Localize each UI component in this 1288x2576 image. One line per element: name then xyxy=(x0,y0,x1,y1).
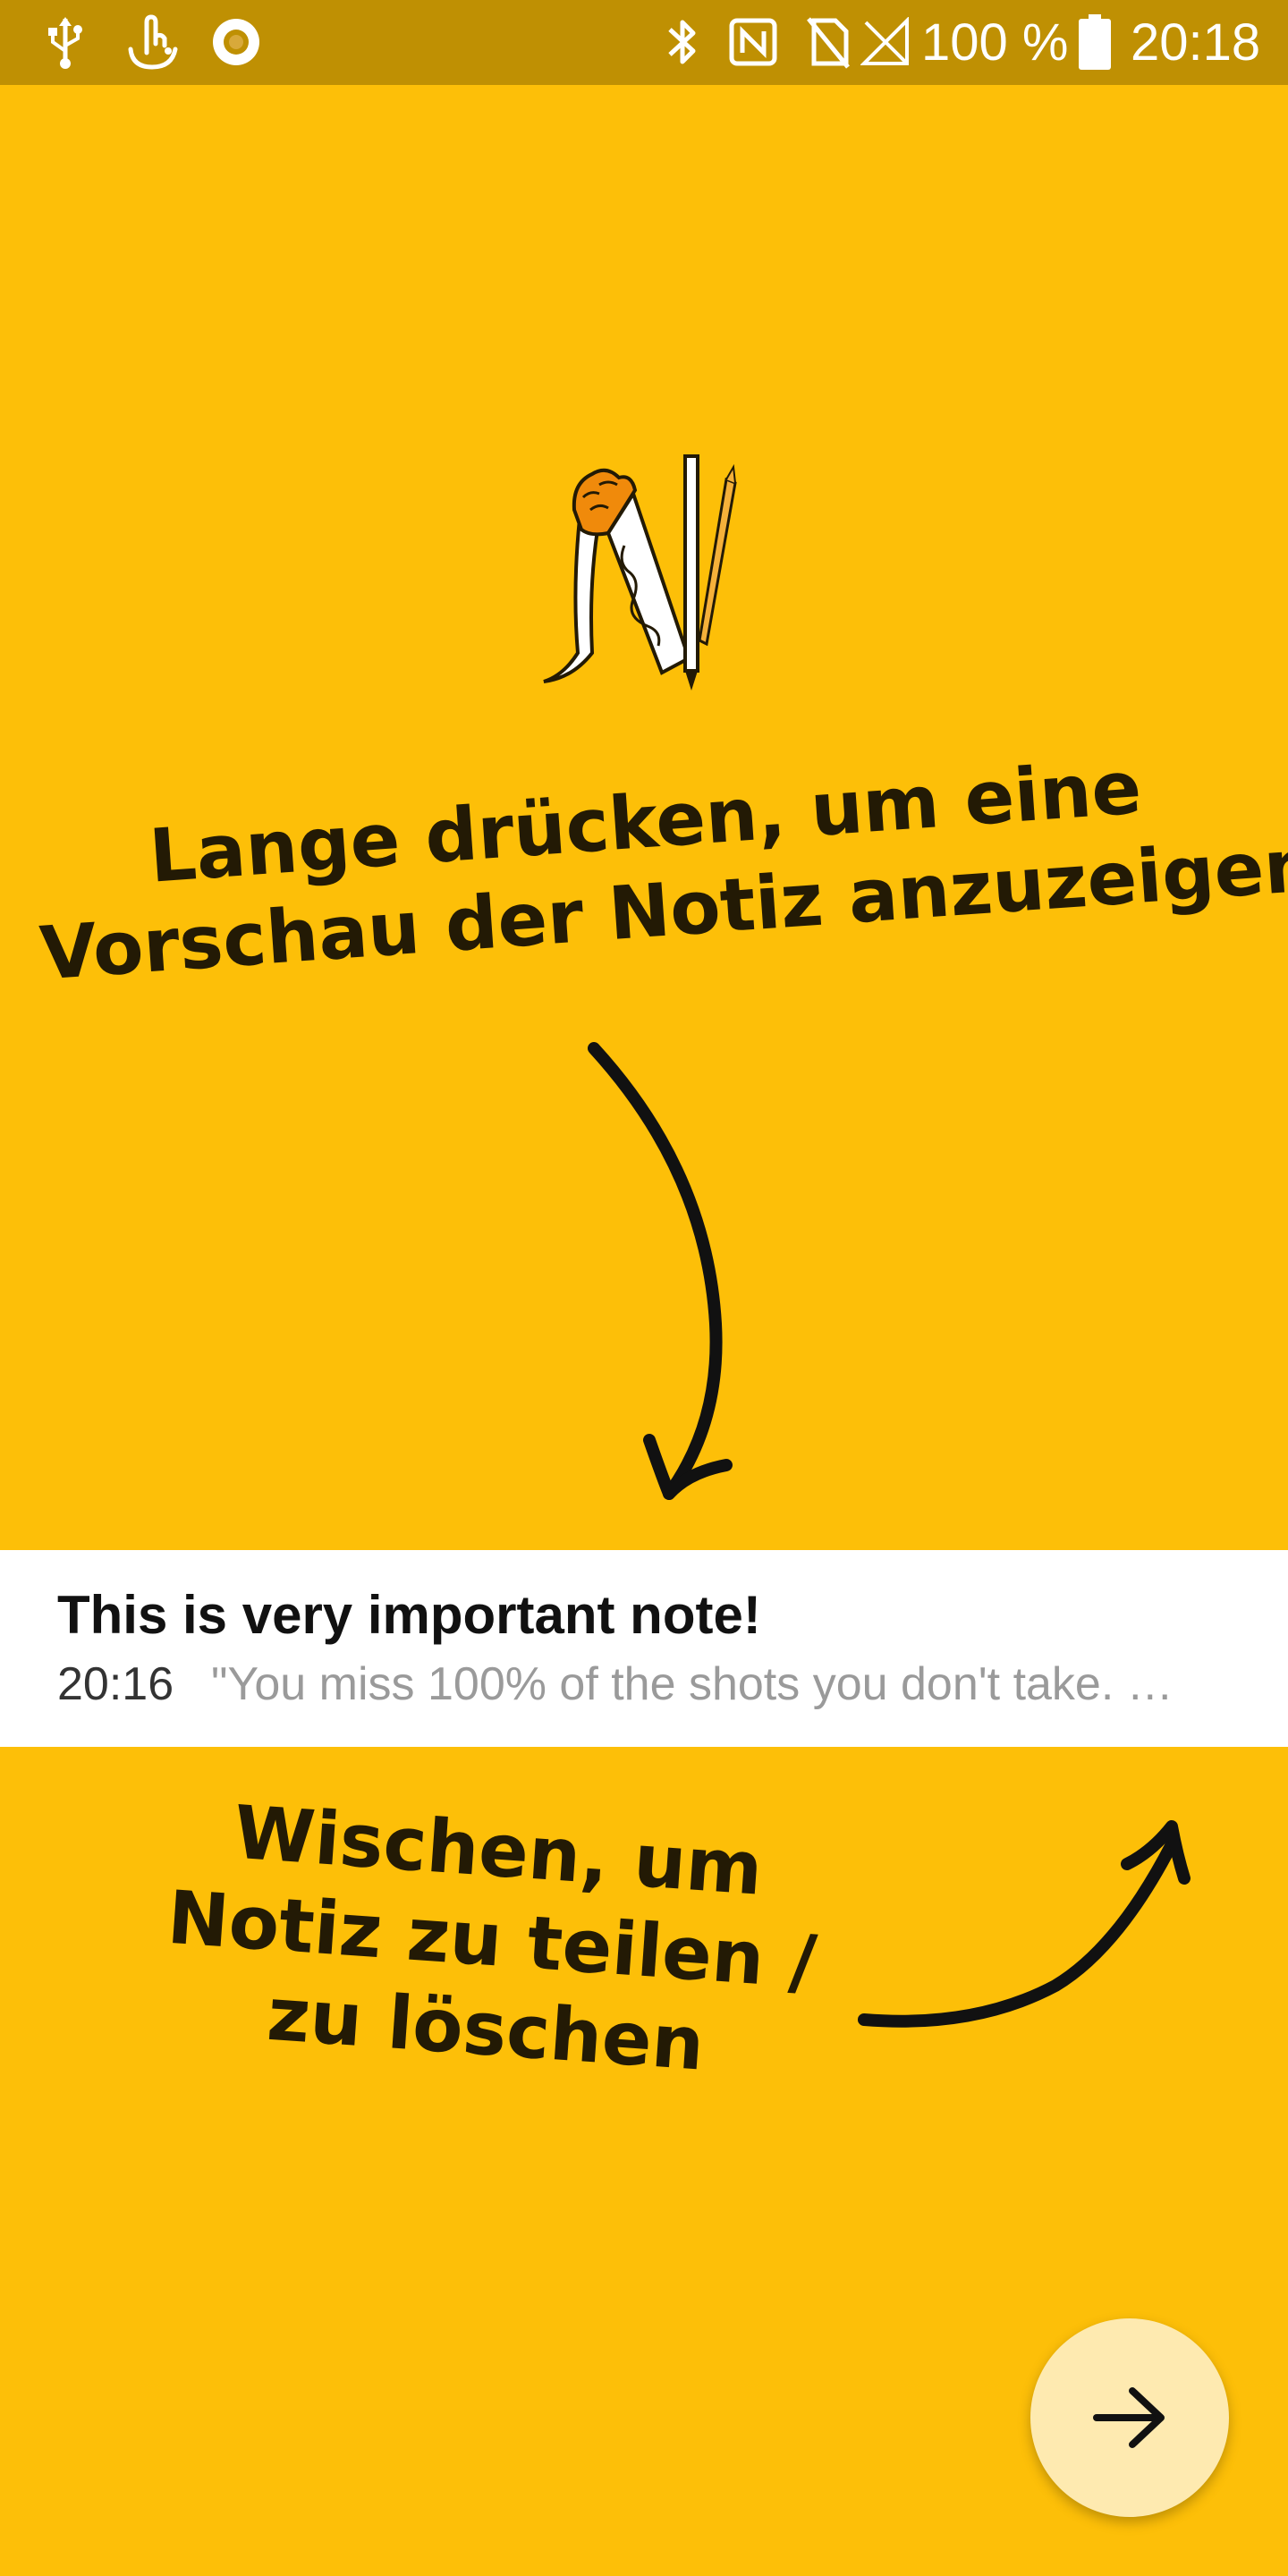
long-press-hint: Lange drücken, um eine Vorschau der Noti… xyxy=(31,735,1288,999)
note-preview: "You miss 100% of the shots you don't ta… xyxy=(211,1658,1174,1710)
app-logo xyxy=(537,447,751,698)
record-icon xyxy=(208,13,265,71)
bluetooth-icon xyxy=(660,13,705,71)
swipe-hint: Wischen, um Notiz zu teilen / zu löschen xyxy=(126,1782,859,2099)
touch-gesture-icon xyxy=(121,13,183,71)
battery-icon xyxy=(1075,13,1114,71)
down-arrow-icon xyxy=(588,1042,733,1500)
note-list-item[interactable]: This is very important note! 20:16 "You … xyxy=(0,1550,1288,1747)
battery-percent: 100 % xyxy=(921,13,1069,72)
status-bar: 100 % 20:18 xyxy=(0,0,1288,85)
arrow-right-icon xyxy=(1093,2387,1165,2448)
clock: 20:18 xyxy=(1131,13,1261,72)
nfc-icon xyxy=(726,13,780,71)
onboarding-screen: 100 % 20:18 Lange drücken, um eine Vorsc… xyxy=(0,0,1288,2576)
note-title: This is very important note! xyxy=(57,1585,761,1645)
note-time: 20:16 xyxy=(57,1658,174,1710)
no-sim-icon xyxy=(803,13,853,71)
swipe-arrow-icon xyxy=(858,1820,1191,2028)
next-button[interactable] xyxy=(1030,2318,1229,2517)
usb-icon xyxy=(40,13,89,71)
no-signal-icon xyxy=(860,13,911,71)
